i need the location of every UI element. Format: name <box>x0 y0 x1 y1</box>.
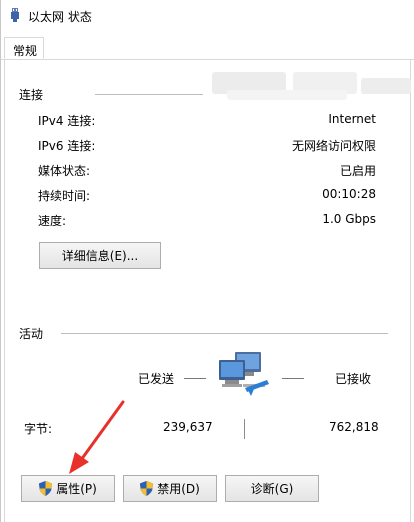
disable-button-label: 禁用(D) <box>157 482 200 496</box>
diagnose-button-label: 诊断(G) <box>250 482 294 496</box>
details-button[interactable]: 详细信息(E)... <box>39 242 161 269</box>
details-button-label: 详细信息(E)... <box>61 249 139 263</box>
uac-shield-icon <box>140 481 154 496</box>
connection-group-title: 连接 <box>19 88 44 102</box>
window-title: 以太网 状态 <box>28 10 92 24</box>
connection-group-line <box>95 94 203 95</box>
ipv4-value: Internet <box>328 112 376 126</box>
speed-value: 1.0 Gbps <box>322 212 376 226</box>
ipv6-label: IPv6 连接: <box>38 139 96 153</box>
bytes-sent-value: 239,637 <box>163 420 213 434</box>
activity-group-line <box>61 333 388 334</box>
redacted-area <box>227 90 347 100</box>
duration-value: 00:10:28 <box>322 187 376 201</box>
properties-button-label: 属性(P) <box>56 482 97 496</box>
ipv6-value: 无网络访问权限 <box>291 139 376 153</box>
annotation-arrow-icon <box>69 400 125 474</box>
received-dash <box>282 378 304 379</box>
ipv4-label: IPv4 连接: <box>38 114 96 128</box>
tab-general[interactable]: 常规 <box>4 37 44 59</box>
uac-shield-icon <box>39 481 53 496</box>
media-state-value: 已启用 <box>339 164 376 178</box>
network-computers-icon <box>219 352 269 396</box>
disable-button[interactable]: 禁用(D) <box>123 475 217 502</box>
sent-dash <box>184 378 206 379</box>
bytes-label: 字节: <box>24 422 53 436</box>
received-label: 已接收 <box>335 372 372 386</box>
activity-group-title: 活动 <box>19 327 44 341</box>
bytes-separator <box>244 419 245 439</box>
redacted-area <box>361 78 411 94</box>
tab-general-label: 常规 <box>13 44 38 58</box>
bytes-received-value: 762,818 <box>329 420 379 434</box>
diagnose-button[interactable]: 诊断(G) <box>225 475 319 502</box>
speed-label: 速度: <box>38 214 67 228</box>
title-bar[interactable]: 以太网 状态 <box>1 0 414 31</box>
ethernet-status-window: 以太网 状态 常规 连接 IPv4 连接: Internet IPv6 连接: … <box>0 0 414 522</box>
ethernet-icon <box>11 8 19 22</box>
media-state-label: 媒体状态: <box>38 164 91 178</box>
sent-label: 已发送 <box>138 372 175 386</box>
properties-button[interactable]: 属性(P) <box>21 475 115 502</box>
tab-strip: 常规 <box>1 37 414 60</box>
duration-label: 持续时间: <box>38 189 91 203</box>
